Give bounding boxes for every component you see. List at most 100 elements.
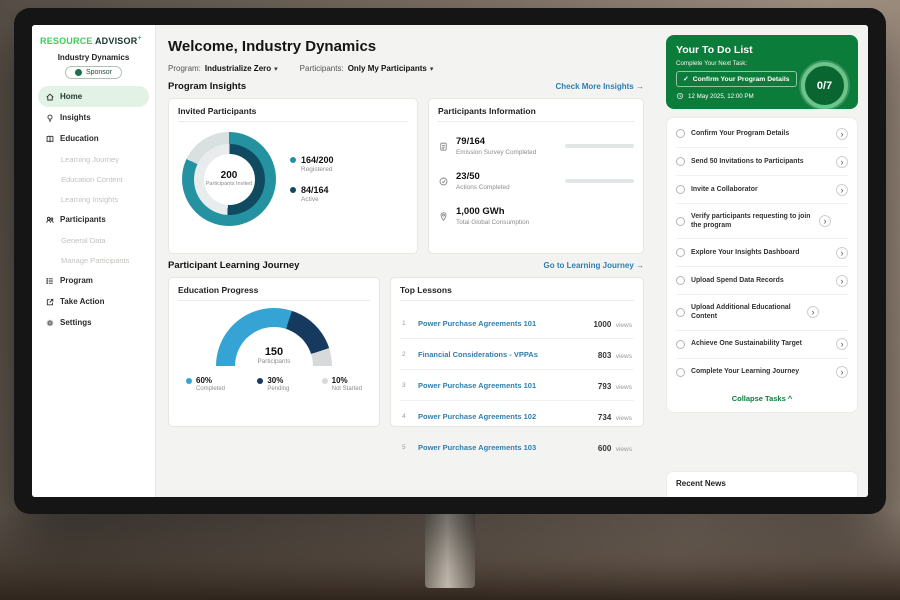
task-checkbox[interactable] — [676, 308, 685, 317]
task-item[interactable]: Send 50 Invitations to Participants › — [676, 148, 848, 176]
lesson-row: 5 Power Purchase Agreements 103 600 view… — [400, 432, 634, 462]
legend-completed: 60% Completed — [186, 376, 225, 392]
home-icon — [45, 92, 55, 102]
lesson-link[interactable]: Power Purchase Agreements 102 — [418, 412, 590, 421]
sidebar: RESOURCE ADVISOR+ Industry Dynamics Spon… — [32, 25, 156, 497]
card-title: Participants Information — [438, 106, 634, 122]
task-item[interactable]: Verify participants requesting to join t… — [676, 204, 848, 239]
go-to-learning-journey-link[interactable]: Go to Learning Journey → — [544, 261, 644, 270]
task-item[interactable]: Explore Your Insights Dashboard › — [676, 239, 848, 267]
task-item[interactable]: Upload Spend Data Records › — [676, 267, 848, 295]
card-title: Top Lessons — [400, 285, 634, 301]
task-item[interactable]: Achieve One Sustainability Target › — [676, 331, 848, 359]
task-chevron-icon[interactable]: › — [836, 247, 848, 259]
page-title: Welcome, Industry Dynamics — [168, 38, 644, 55]
progress-bar — [565, 144, 634, 148]
legend-dot — [257, 378, 263, 384]
actions-icon — [438, 176, 449, 187]
app-logo[interactable]: RESOURCE ADVISOR+ — [38, 33, 149, 52]
task-item[interactable]: Invite a Collaborator › — [676, 176, 848, 204]
insights-cards-row: Invited Participants 200 Participants In… — [168, 98, 644, 254]
monitor-bezel: RESOURCE ADVISOR+ Industry Dynamics Spon… — [14, 8, 886, 514]
program-dropdown[interactable]: Program: Industrialize Zero ▾ — [168, 64, 278, 73]
sidebar-item-program[interactable]: Program — [38, 270, 149, 291]
lesson-link[interactable]: Power Purchase Agreements 101 — [418, 381, 590, 390]
task-checkbox[interactable] — [676, 129, 685, 138]
card-title: Invited Participants — [178, 106, 408, 122]
task-checkbox[interactable] — [676, 217, 685, 226]
arrow-right-icon: → — [636, 82, 644, 91]
lesson-link[interactable]: Power Purchase Agreements 103 — [418, 443, 590, 452]
legend-registered: 164/200 Registered — [290, 155, 334, 173]
task-checkbox[interactable] — [676, 340, 685, 349]
sponsor-label: Sponsor — [86, 69, 112, 76]
insights-icon — [45, 113, 55, 123]
task-checkbox[interactable] — [676, 185, 685, 194]
task-chevron-icon[interactable]: › — [836, 156, 848, 168]
sidebar-item-settings[interactable]: Settings — [38, 312, 149, 333]
lesson-link[interactable]: Power Purchase Agreements 101 — [418, 319, 585, 328]
legend-active: 84/164 Active — [290, 185, 334, 203]
sponsor-badge[interactable]: Sponsor — [65, 66, 122, 79]
dashboard-screen: RESOURCE ADVISOR+ Industry Dynamics Spon… — [32, 25, 868, 497]
sidebar-item-take-action[interactable]: Take Action — [38, 291, 149, 312]
recent-news-header[interactable]: Recent News — [666, 471, 858, 497]
chevron-up-icon: ^ — [788, 394, 792, 403]
task-chevron-icon[interactable]: › — [836, 366, 848, 378]
sidebar-item-education-content[interactable]: Education Content — [38, 169, 149, 189]
learning-cards-row: Education Progress 150 Participants 60% — [168, 277, 644, 427]
todo-panel: Your To Do List Complete Your Next Task:… — [656, 25, 868, 497]
clock-icon — [676, 92, 684, 100]
education-icon — [45, 134, 55, 144]
sidebar-item-education[interactable]: Education — [38, 128, 149, 149]
todo-title: Your To Do List — [676, 44, 848, 56]
sidebar-item-participants[interactable]: Participants — [38, 209, 149, 230]
sidebar-item-learning-journey[interactable]: Learning Journey — [38, 149, 149, 169]
lesson-row: 2 Financial Considerations - VPPAs 803 v… — [400, 339, 634, 370]
sidebar-item-insights[interactable]: Insights — [38, 107, 149, 128]
sidebar-item-general-data[interactable]: General Data — [38, 230, 149, 250]
task-chevron-icon[interactable]: › — [807, 306, 819, 318]
sidebar-item-home[interactable]: Home — [38, 86, 149, 107]
participants-icon — [45, 215, 55, 225]
task-item[interactable]: Confirm Your Program Details › — [676, 120, 848, 148]
task-chevron-icon[interactable]: › — [819, 215, 831, 227]
legend-dot — [186, 378, 192, 384]
participants-dropdown[interactable]: Participants: Only My Participants ▾ — [300, 64, 434, 73]
donut-legend: 164/200 Registered 84/164 Active — [290, 155, 334, 203]
settings-icon — [45, 318, 55, 328]
top-lessons-card: Top Lessons 1 Power Purchase Agreements … — [390, 277, 644, 427]
task-checkbox[interactable] — [676, 157, 685, 166]
legend-pending: 30% Pending — [257, 376, 289, 392]
task-chevron-icon[interactable]: › — [836, 128, 848, 140]
todo-progress-ring: 0/7 — [801, 62, 848, 109]
location-pin-icon — [438, 211, 449, 222]
task-checkbox[interactable] — [676, 276, 685, 285]
education-progress-card: Education Progress 150 Participants 60% — [168, 277, 380, 427]
sidebar-item-manage-participants[interactable]: Manage Participants — [38, 250, 149, 270]
lesson-row: 3 Power Purchase Agreements 101 793 view… — [400, 370, 634, 401]
task-chevron-icon[interactable]: › — [836, 275, 848, 287]
donut-center-value: 200 — [221, 170, 238, 181]
sidebar-item-learning-insights[interactable]: Learning Insights — [38, 189, 149, 209]
survey-icon — [438, 141, 449, 152]
legend-not-started: 10% Not Started — [322, 376, 362, 392]
task-chevron-icon[interactable]: › — [836, 184, 848, 196]
task-chevron-icon[interactable]: › — [836, 338, 848, 350]
stat-global-consumption: 1,000 GWh Total Global Consumption — [438, 199, 634, 234]
legend-dot — [290, 187, 296, 193]
task-item[interactable]: Complete Your Learning Journey › — [676, 359, 848, 386]
collapse-tasks-button[interactable]: Collapse Tasks ^ — [676, 386, 848, 410]
legend-dot — [322, 378, 328, 384]
todo-next-task[interactable]: ✓ Confirm Your Program Details — [676, 71, 797, 87]
task-checkbox[interactable] — [676, 368, 685, 377]
chevron-down-icon: ▾ — [430, 65, 434, 73]
check-more-insights-link[interactable]: Check More Insights → — [556, 82, 644, 91]
lesson-row: 4 Power Purchase Agreements 102 734 view… — [400, 401, 634, 432]
card-title: Education Progress — [178, 285, 370, 301]
task-item[interactable]: Upload Additional Educational Content › — [676, 295, 848, 330]
task-checkbox[interactable] — [676, 248, 685, 257]
lesson-link[interactable]: Financial Considerations - VPPAs — [418, 350, 590, 359]
chevron-down-icon: ▾ — [274, 65, 278, 73]
progress-bar — [565, 179, 634, 183]
